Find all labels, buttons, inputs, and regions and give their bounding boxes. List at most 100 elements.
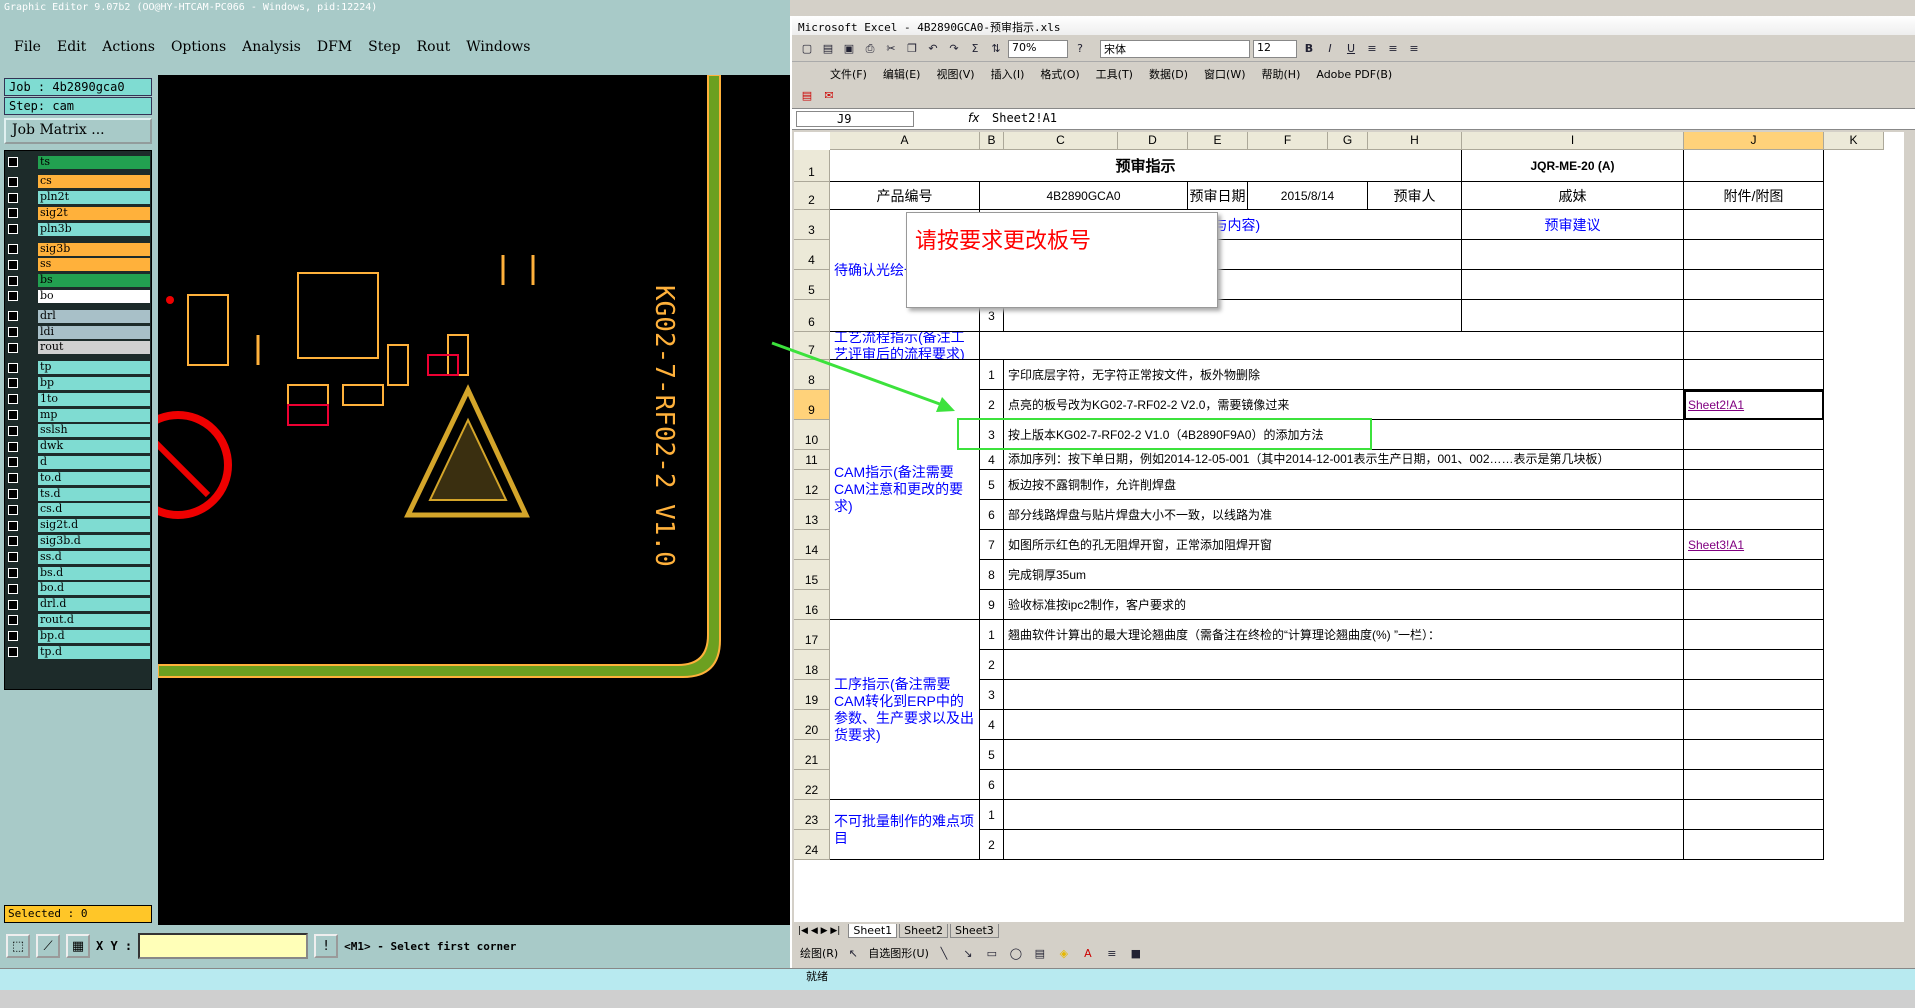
row-header-23[interactable]: 23 <box>794 800 830 830</box>
layer-row-tp[interactable]: tp <box>8 361 150 375</box>
layer-row-sig3b[interactable]: sig3b <box>8 242 150 256</box>
xl-menu-adobe-pdf[interactable]: Adobe PDF(B) <box>1316 68 1392 81</box>
layer-checkbox[interactable] <box>8 244 18 254</box>
proc-item-no[interactable]: 3 <box>980 680 1004 710</box>
open-icon[interactable]: ▤ <box>819 40 837 58</box>
layer-checkbox[interactable] <box>8 631 18 642</box>
pdf-mail-icon[interactable]: ✉ <box>820 86 838 104</box>
proc-item-text[interactable] <box>1004 650 1684 680</box>
layer-checkbox[interactable] <box>8 176 18 187</box>
cam-item-attach[interactable] <box>1684 420 1824 450</box>
align-right-icon[interactable]: ≡ <box>1405 40 1423 58</box>
row-header-6[interactable]: 6 <box>794 300 830 332</box>
pdf-icon[interactable]: ▤ <box>798 86 816 104</box>
row-header-24[interactable]: 24 <box>794 830 830 860</box>
row-header-3[interactable]: 3 <box>794 210 830 240</box>
sheet-title[interactable]: 预审指示 <box>830 150 1462 182</box>
oval-icon[interactable]: ◯ <box>1007 944 1025 962</box>
layer-row-d[interactable]: d <box>8 455 150 469</box>
layer-checkbox[interactable] <box>8 327 18 337</box>
xl-menu-data[interactable]: 数据(D) <box>1149 66 1188 82</box>
row-header-12[interactable]: 12 <box>794 470 830 500</box>
cell-J1[interactable] <box>1684 150 1824 182</box>
cam-item-no[interactable]: 4 <box>980 450 1004 470</box>
reviewer-label[interactable]: 预审人 <box>1368 182 1462 210</box>
layer-checkbox[interactable] <box>8 647 18 657</box>
xl-menu-file[interactable]: 文件(F) <box>830 66 867 82</box>
layer-checkbox[interactable] <box>8 394 18 405</box>
attach-label[interactable]: 附件/附图 <box>1684 182 1824 210</box>
layer-row-tp-d[interactable]: tp.d <box>8 645 150 659</box>
xl-menu-help[interactable]: 帮助(H) <box>1262 66 1301 82</box>
proc-item-no[interactable]: 5 <box>980 740 1004 770</box>
layer-checkbox[interactable] <box>8 504 18 515</box>
date-label[interactable]: 预审日期 <box>1188 182 1248 210</box>
layer-row-bo-d[interactable]: bo.d <box>8 582 150 596</box>
layer-row-dwk[interactable]: dwk <box>8 440 150 454</box>
cut-icon[interactable]: ✂ <box>882 40 900 58</box>
hard-item-no[interactable]: 2 <box>980 830 1004 860</box>
layer-checkbox[interactable] <box>8 441 18 452</box>
layer-row-rout-d[interactable]: rout.d <box>8 613 150 627</box>
cam-item-no[interactable]: 9 <box>980 590 1004 620</box>
confirm-item-suggest[interactable] <box>1462 300 1684 332</box>
xl-menu-view[interactable]: 视图(V) <box>936 66 974 82</box>
col-header-E[interactable]: E <box>1188 132 1248 150</box>
cam-item-text[interactable]: 字印底层字符，无字符正常按文件，板外物删除 <box>1004 360 1684 390</box>
proc-item-attach[interactable] <box>1684 650 1824 680</box>
layer-row-pln2t[interactable]: pln2t <box>8 191 150 205</box>
pointer-icon[interactable]: ↖ <box>844 944 862 962</box>
proc-item-attach[interactable] <box>1684 680 1824 710</box>
xl-menu-insert[interactable]: 插入(I) <box>991 66 1025 82</box>
row-header-14[interactable]: 14 <box>794 530 830 560</box>
row-header-11[interactable]: 11 <box>794 450 830 470</box>
layer-row-pln3b[interactable]: pln3b <box>8 222 150 236</box>
layer-checkbox[interactable] <box>8 520 18 531</box>
textbox-icon[interactable]: ▤ <box>1031 944 1049 962</box>
layer-checkbox[interactable] <box>8 457 18 468</box>
layer-row-bs[interactable]: bs <box>8 274 150 288</box>
autoshape-menu[interactable]: 自选图形(U) <box>868 945 929 961</box>
attach-link[interactable]: Sheet3!A1 <box>1684 530 1824 560</box>
layer-checkbox[interactable] <box>8 259 18 270</box>
cam-item-text[interactable]: 点亮的板号改为KG02-7-RF02-2 V2.0，需要镜像过来 <box>1004 390 1684 420</box>
layer-checkbox[interactable] <box>8 568 18 578</box>
layer-checkbox[interactable] <box>8 208 18 219</box>
tab-sheet3[interactable]: Sheet3 <box>949 924 999 938</box>
zoom-select[interactable]: 70% <box>1008 39 1068 58</box>
layer-row-bs-d[interactable]: bs.d <box>8 566 150 580</box>
layer-row-drl-d[interactable]: drl.d <box>8 598 150 612</box>
layer-checkbox[interactable] <box>8 362 18 373</box>
layer-checkbox[interactable] <box>8 583 18 594</box>
cam-item-attach[interactable] <box>1684 360 1824 390</box>
row-header-4[interactable]: 4 <box>794 240 830 270</box>
cam-item-no[interactable]: 7 <box>980 530 1004 560</box>
help-icon[interactable]: ? <box>1071 40 1089 58</box>
layer-row-ss[interactable]: ss <box>8 258 150 272</box>
proc-item-no[interactable]: 4 <box>980 710 1004 740</box>
layer-row-bp-d[interactable]: bp.d <box>8 629 150 643</box>
sum-icon[interactable]: Σ <box>966 40 984 58</box>
copy-icon[interactable]: ❐ <box>903 40 921 58</box>
suggest-label[interactable]: 预审建议 <box>1462 210 1684 240</box>
cam-item-text[interactable]: 完成铜厚35um <box>1004 560 1684 590</box>
layer-row-ss-d[interactable]: ss.d <box>8 550 150 564</box>
layer-row-rout[interactable]: rout <box>8 341 150 355</box>
layer-row-ts[interactable]: ts <box>8 155 150 169</box>
col-header-B[interactable]: B <box>980 132 1004 150</box>
cam-item-no[interactable]: 5 <box>980 470 1004 500</box>
ge-menu-file[interactable]: File <box>14 39 41 55</box>
underline-icon[interactable]: U <box>1342 40 1360 58</box>
cam-item-text[interactable]: 验收标准按ipc2制作，客户要求的 <box>1004 590 1684 620</box>
col-header-F[interactable]: F <box>1248 132 1328 150</box>
measure-tool-icon[interactable]: ⟋ <box>36 934 60 958</box>
layer-checkbox[interactable] <box>8 192 18 203</box>
layer-checkbox[interactable] <box>8 342 18 353</box>
cam-item-no[interactable]: 2 <box>980 390 1004 420</box>
xl-menu-format[interactable]: 格式(O) <box>1040 66 1079 82</box>
line-style-icon[interactable]: ≡ <box>1103 944 1121 962</box>
job-matrix-button[interactable]: Job Matrix ... <box>4 118 152 144</box>
product-no-label[interactable]: 产品编号 <box>830 182 980 210</box>
font-select[interactable]: 宋体 <box>1100 39 1250 58</box>
formula-value[interactable]: Sheet2!A1 <box>992 111 1057 125</box>
